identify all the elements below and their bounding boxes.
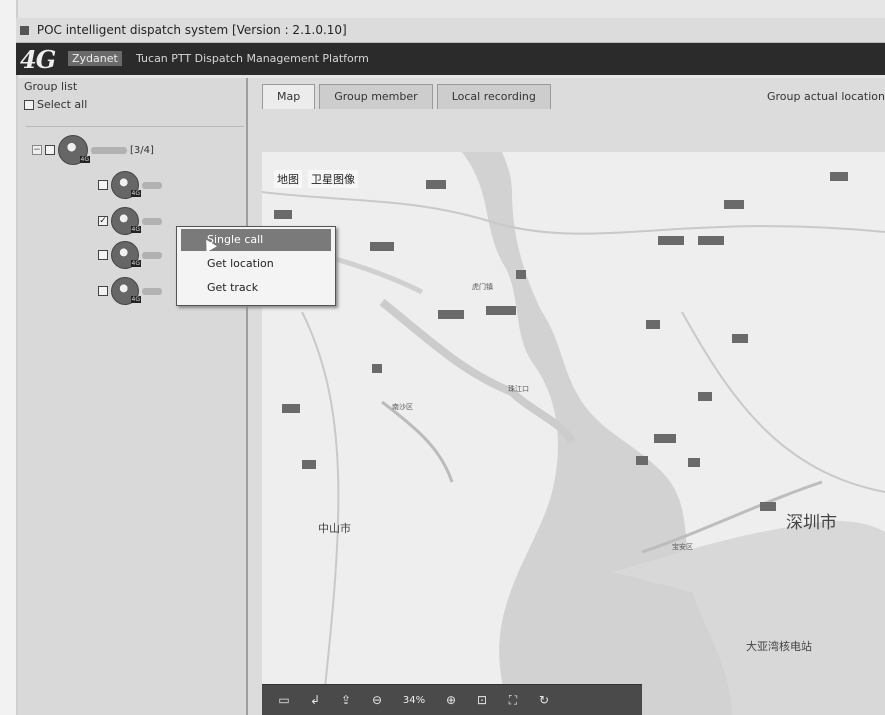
map-toolbar: ▭ ↲ ⇪ ⊖ 34% ⊕ ⊡ ⛶ ↻: [262, 684, 642, 715]
brand-name: Zydanet: [68, 51, 122, 66]
map-label-shenzhen: 深圳市: [786, 513, 837, 533]
member-avatar-icon: 4G: [111, 241, 141, 269]
tree-member-4[interactable]: 4G: [98, 277, 162, 305]
group-list-panel: Group list Select all − 4G [3/4] 4G ✓ 4G: [18, 78, 248, 715]
group-member-count: [3/4]: [130, 144, 154, 156]
menu-item-get-location[interactable]: Get location: [177, 253, 335, 275]
member-name-redacted: [142, 217, 162, 225]
zoom-level: 34%: [402, 694, 426, 706]
tree-member-3[interactable]: 4G: [98, 241, 162, 269]
member-avatar-icon: 4G: [111, 207, 141, 235]
member-name-redacted: [142, 181, 162, 189]
save-icon[interactable]: ▭: [274, 693, 294, 707]
map-label-nansha: 南沙区: [392, 403, 413, 411]
tree-root-group[interactable]: − 4G [3/4]: [32, 135, 154, 165]
map-label-dayawan: 大亚湾核电站: [746, 640, 812, 653]
member-avatar-icon: 4G: [111, 277, 141, 305]
checkbox-icon[interactable]: [24, 99, 34, 110]
refresh-icon[interactable]: ↻: [534, 693, 554, 707]
dispatch-window: POC intelligent dispatch system [Version…: [0, 0, 885, 715]
estuary-water: [462, 152, 734, 715]
map-label-bao: 宝安区: [672, 543, 693, 551]
title-bar: POC intelligent dispatch system [Version…: [16, 18, 885, 43]
select-all-checkbox[interactable]: Select all: [24, 98, 87, 111]
brand-logo: 4G: [20, 45, 56, 74]
tree-member-2[interactable]: ✓ 4G: [98, 207, 162, 235]
select-all-label: Select all: [37, 98, 88, 111]
window-title: POC intelligent dispatch system [Version…: [36, 23, 347, 37]
main-panel: Map Group member Local recording Group a…: [248, 78, 885, 715]
collapse-icon[interactable]: −: [32, 145, 42, 155]
fit-window-icon[interactable]: ⊡: [472, 693, 492, 707]
zoom-out-icon[interactable]: ⊖: [367, 693, 387, 707]
member-context-menu: Single call Get location Get track: [176, 226, 336, 306]
road: [681, 311, 885, 493]
undo-icon[interactable]: ↲: [305, 693, 325, 707]
platform-name: Tucan PTT Dispatch Management Platform: [136, 52, 369, 65]
tab-local-recording[interactable]: Local recording: [436, 84, 551, 109]
group-avatar-icon: 4G: [58, 135, 90, 165]
root-checkbox[interactable]: [45, 145, 55, 155]
app-icon: [20, 26, 29, 35]
group-list-label: Group list: [24, 80, 78, 93]
map-view[interactable]: 地图 卫星图像 中山市 深圳市 大亚湾核电站 珠江口 宝安区 南沙区 虎门镇: [262, 152, 885, 715]
map-label-zhujiang: 珠江口: [508, 385, 529, 393]
map-type-standard[interactable]: 地图: [274, 170, 302, 188]
zoom-in-icon[interactable]: ⊕: [441, 693, 461, 707]
map-label-zhongshan: 中山市: [318, 522, 351, 535]
brand-header: 4G Zydanet Tucan PTT Dispatch Management…: [16, 43, 885, 75]
member-avatar-icon: 4G: [111, 171, 141, 199]
map-type-satellite[interactable]: 卫星图像: [308, 170, 358, 188]
map-type-toggle[interactable]: 地图 卫星图像: [274, 170, 358, 188]
member-checkbox[interactable]: [98, 286, 108, 296]
road: [381, 400, 454, 483]
desktop-edge: [0, 0, 18, 715]
map-canvas: [262, 152, 885, 715]
member-name-redacted: [142, 287, 162, 295]
road: [262, 191, 885, 235]
map-label-humen: 虎门镇: [472, 283, 493, 291]
tab-group-member[interactable]: Group member: [319, 84, 433, 109]
menu-item-get-track[interactable]: Get track: [177, 277, 335, 299]
group-location-label: Group actual location: [767, 90, 885, 103]
member-checkbox-checked[interactable]: ✓: [98, 216, 108, 226]
tab-map[interactable]: Map: [262, 84, 316, 109]
member-name-redacted: [142, 251, 162, 259]
tab-bar: Map Group member Local recording: [262, 84, 555, 110]
road: [301, 311, 340, 715]
fullscreen-icon[interactable]: ⛶: [503, 693, 523, 708]
group-name-redacted: [91, 146, 127, 154]
export-icon[interactable]: ⇪: [336, 693, 356, 707]
member-checkbox[interactable]: [98, 250, 108, 260]
member-checkbox[interactable]: [98, 180, 108, 190]
tree-member-1[interactable]: 4G: [98, 171, 162, 199]
